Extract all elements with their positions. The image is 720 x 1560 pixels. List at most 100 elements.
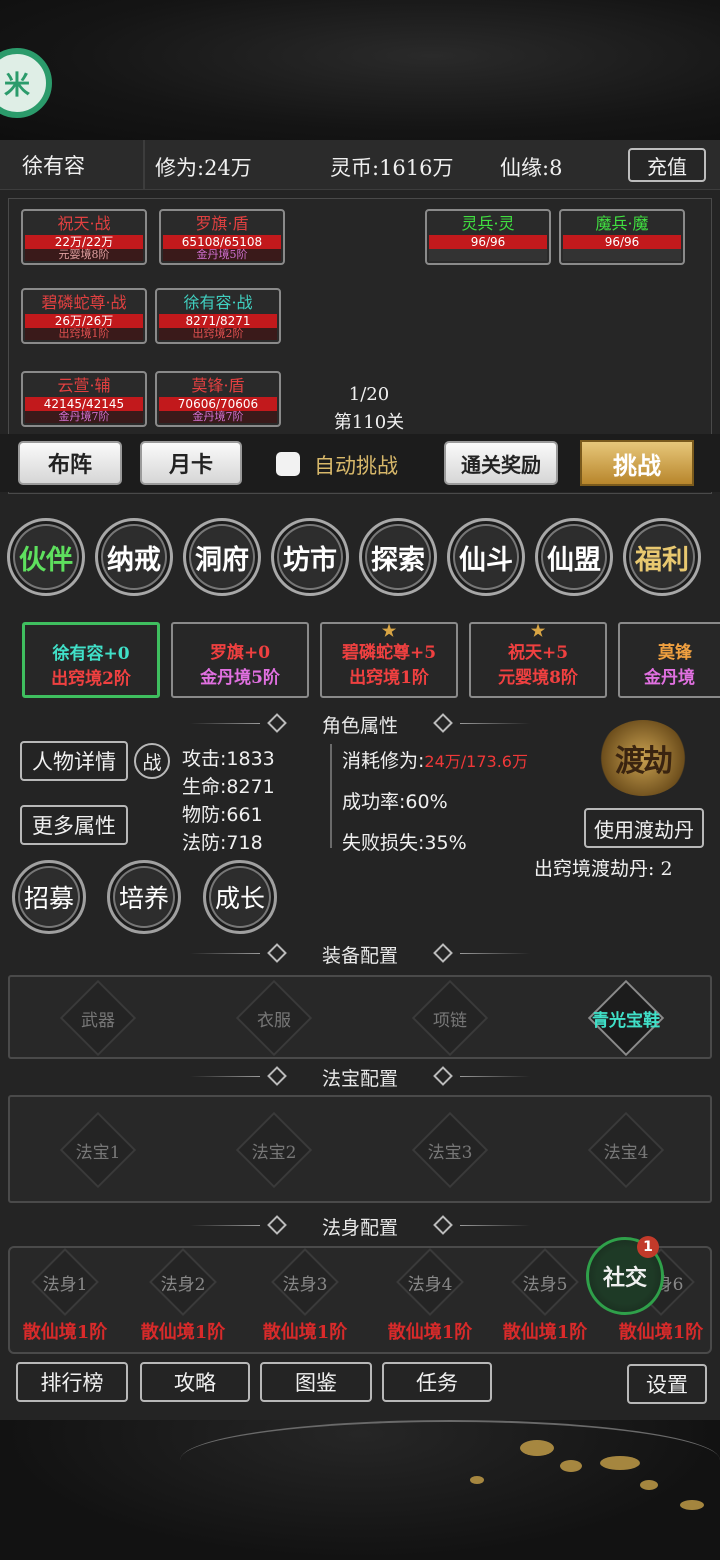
partner-realm: 金丹境5阶 bbox=[200, 668, 280, 688]
diamond-ornament-icon bbox=[267, 943, 287, 963]
character-detail-button[interactable]: 人物详情 bbox=[20, 741, 128, 781]
stage-number: 第110关 bbox=[333, 412, 405, 433]
unit-hp: 26万/26万 bbox=[25, 314, 143, 328]
treasure-slot-1[interactable]: 法宝1 bbox=[38, 1111, 158, 1189]
bottom-nav: 排行榜 攻略 图鉴 任务 设置 bbox=[0, 1362, 720, 1406]
unit-realm: 金丹境5阶 bbox=[163, 249, 281, 261]
partner-card[interactable]: 罗旗+0 金丹境5阶 bbox=[171, 622, 309, 698]
treasure-slot-2[interactable]: 法宝2 bbox=[214, 1111, 334, 1189]
enemy-unit-card[interactable]: 魔兵·魔 96/96 bbox=[559, 209, 685, 265]
main-nav: 伙伴 纳戒 洞府 坊市 探索 仙斗 仙盟 福利 bbox=[0, 518, 720, 598]
spirit-coin-stat: 灵币:1616万 bbox=[330, 156, 454, 180]
weapon-slot[interactable]: 武器 bbox=[38, 979, 158, 1057]
treasure-slot-4[interactable]: 法宝4 bbox=[566, 1111, 686, 1189]
clothes-slot[interactable]: 衣服 bbox=[214, 979, 334, 1057]
partner-realm: 出窍境1阶 bbox=[349, 668, 429, 688]
hp-stat: 生命:8271 bbox=[182, 776, 275, 798]
unit-realm bbox=[563, 249, 681, 261]
quest-button[interactable]: 任务 bbox=[382, 1362, 492, 1402]
partner-name: 罗旗+0 bbox=[209, 643, 271, 663]
main-panel: 徐有容 修为:24万 灵币:1616万 仙缘:8 充值 祝天·战 22万/22万… bbox=[0, 140, 720, 1420]
partner-realm: 出窍境2阶 bbox=[51, 669, 131, 689]
unit-hp: 96/96 bbox=[429, 235, 547, 249]
nav-market[interactable]: 坊市 bbox=[271, 518, 349, 596]
enemy-unit-card[interactable]: 灵兵·灵 96/96 bbox=[425, 209, 551, 265]
equipment-panel: 武器 衣服 项链 青光宝鞋 bbox=[8, 975, 712, 1059]
monthly-card-button[interactable]: 月卡 bbox=[140, 441, 242, 485]
settings-button[interactable]: 设置 bbox=[627, 1364, 707, 1404]
unit-hp: 65108/65108 bbox=[163, 235, 281, 249]
failure-loss-stat: 失败损失:35% bbox=[342, 832, 467, 854]
unit-name: 罗旗·盾 bbox=[195, 214, 249, 233]
unit-card[interactable]: 罗旗·盾 65108/65108 金丹境5阶 bbox=[159, 209, 285, 265]
unit-hp: 42145/42145 bbox=[25, 397, 143, 411]
formation-button[interactable]: 布阵 bbox=[18, 441, 122, 485]
unit-realm: 出窍境2阶 bbox=[159, 328, 277, 340]
shoes-slot[interactable]: 青光宝鞋 bbox=[566, 979, 686, 1057]
star-icon: ★ bbox=[530, 621, 546, 640]
partner-card[interactable]: ★ 碧磷蛇尊+5 出窍境1阶 bbox=[320, 622, 458, 698]
diamond-ornament-icon bbox=[433, 1215, 453, 1235]
recruit-button[interactable]: 招募 bbox=[12, 860, 86, 934]
recharge-button[interactable]: 充值 bbox=[628, 148, 706, 182]
codex-button[interactable]: 图鉴 bbox=[260, 1362, 372, 1402]
nav-explore[interactable]: 探索 bbox=[359, 518, 437, 596]
partner-card[interactable]: ★ 祝天+5 元婴境8阶 bbox=[469, 622, 607, 698]
star-icon: ★ bbox=[381, 621, 397, 640]
clear-reward-button[interactable]: 通关奖励 bbox=[444, 441, 558, 485]
nav-duel[interactable]: 仙斗 bbox=[447, 518, 525, 596]
star-icon bbox=[25, 625, 157, 639]
star-icon bbox=[173, 624, 307, 638]
unit-realm: 金丹境7阶 bbox=[25, 411, 143, 423]
treasure-slot-3[interactable]: 法宝3 bbox=[390, 1111, 510, 1189]
unit-card[interactable]: 云萱·辅 42145/42145 金丹境7阶 bbox=[21, 371, 147, 427]
necklace-slot[interactable]: 项链 bbox=[390, 979, 510, 1057]
star-icon bbox=[658, 624, 720, 638]
unit-name: 碧磷蛇尊·战 bbox=[41, 293, 127, 312]
unit-name: 云萱·辅 bbox=[57, 376, 111, 395]
unit-card[interactable]: 徐有容·战 8271/8271 出窍境2阶 bbox=[155, 288, 281, 344]
equipment-section-title: 装备配置 bbox=[0, 941, 720, 967]
more-attributes-button[interactable]: 更多属性 bbox=[20, 805, 128, 845]
resource-bar: 徐有容 修为:24万 灵币:1616万 仙缘:8 充值 bbox=[0, 140, 720, 190]
unit-hp: 96/96 bbox=[563, 235, 681, 249]
guide-button[interactable]: 攻略 bbox=[140, 1362, 250, 1402]
nav-welfare[interactable]: 福利 bbox=[623, 518, 701, 596]
unit-card[interactable]: 祝天·战 22万/22万 元婴境8阶 bbox=[21, 209, 147, 265]
auto-challenge-label[interactable]: 自动挑战 bbox=[314, 450, 398, 480]
nav-ring[interactable]: 纳戒 bbox=[95, 518, 173, 596]
nav-alliance[interactable]: 仙盟 bbox=[535, 518, 613, 596]
dharma-slot-1[interactable]: 法身1 散仙境1阶 bbox=[10, 1248, 120, 1344]
dharma-slot-2[interactable]: 法身2 散仙境1阶 bbox=[128, 1248, 238, 1344]
diamond-ornament-icon bbox=[433, 943, 453, 963]
nav-cave[interactable]: 洞府 bbox=[183, 518, 261, 596]
nav-partner[interactable]: 伙伴 bbox=[7, 518, 85, 596]
unit-card[interactable]: 莫锋·盾 70606/70606 金丹境7阶 bbox=[155, 371, 281, 427]
partner-realm: 元婴境8阶 bbox=[498, 668, 578, 688]
ranking-button[interactable]: 排行榜 bbox=[16, 1362, 128, 1402]
treasure-panel: 法宝1 法宝2 法宝3 法宝4 bbox=[8, 1095, 712, 1203]
use-tribulation-pill-button[interactable]: 使用渡劫丹 bbox=[584, 808, 704, 848]
dharma-slot-3[interactable]: 法身3 散仙境1阶 bbox=[250, 1248, 360, 1344]
dharma-slot-4[interactable]: 法身4 散仙境1阶 bbox=[375, 1248, 485, 1344]
partner-card[interactable]: 莫锋 金丹境 bbox=[618, 622, 720, 698]
unit-card[interactable]: 碧磷蛇尊·战 26万/26万 出窍境1阶 bbox=[21, 288, 147, 344]
grow-button[interactable]: 成长 bbox=[203, 860, 277, 934]
unit-realm: 金丹境7阶 bbox=[159, 411, 277, 423]
partner-card[interactable]: 徐有容+0 出窍境2阶 bbox=[22, 622, 160, 698]
social-button[interactable]: 社交 1 bbox=[586, 1236, 664, 1315]
divider bbox=[330, 744, 332, 848]
wave-counter: 1/20 第110关 bbox=[309, 381, 429, 437]
dharma-section-title: 法身配置 bbox=[0, 1213, 720, 1239]
diamond-ornament-icon bbox=[433, 1066, 453, 1086]
success-rate-stat: 成功率:60% bbox=[342, 791, 448, 813]
auto-challenge-checkbox[interactable] bbox=[276, 452, 300, 476]
unit-name: 灵兵·灵 bbox=[461, 214, 515, 233]
dharma-slot-5[interactable]: 法身5 散仙境1阶 bbox=[490, 1248, 600, 1344]
battle-tag-button[interactable]: 战 bbox=[134, 743, 170, 779]
challenge-button[interactable]: 挑战 bbox=[580, 440, 694, 486]
train-button[interactable]: 培养 bbox=[107, 860, 181, 934]
unit-name: 祝天·战 bbox=[57, 214, 111, 233]
top-background bbox=[0, 0, 720, 140]
tribulation-icon[interactable]: 渡劫 bbox=[598, 720, 688, 796]
